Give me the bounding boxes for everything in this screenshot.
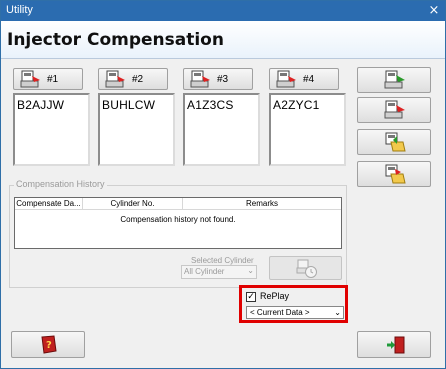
- replay-history-button: [269, 256, 342, 280]
- injector-3-button[interactable]: #3: [183, 68, 253, 90]
- injector-1-code[interactable]: B2AJJW: [13, 93, 90, 166]
- read-all-button[interactable]: [357, 97, 431, 123]
- exit-door-icon: [386, 335, 406, 358]
- injector-write-icon: [276, 70, 298, 92]
- column-remarks[interactable]: Remarks: [183, 198, 341, 210]
- injector-3-code[interactable]: A1Z3CS: [183, 93, 260, 166]
- svg-text:?: ?: [46, 340, 52, 351]
- write-all-icon: [383, 70, 407, 94]
- injector-4-code[interactable]: A2ZYC1: [269, 93, 346, 166]
- injector-3-label: #3: [217, 74, 229, 85]
- replay-clock-icon: [296, 259, 318, 282]
- close-icon[interactable]: ×: [425, 2, 443, 19]
- save-file-button[interactable]: [357, 161, 431, 187]
- open-file-button[interactable]: [357, 129, 431, 155]
- replay-label[interactable]: RePlay: [260, 291, 289, 301]
- injector-1-button[interactable]: #1: [13, 68, 83, 90]
- page-title: Injector Compensation: [7, 30, 224, 50]
- injector-4-button[interactable]: #4: [269, 68, 339, 90]
- utility-window: Utility × Injector Compensation #1 #2 #3…: [0, 0, 446, 369]
- selected-cylinder-label: Selected Cylinder: [191, 256, 254, 265]
- write-all-button[interactable]: [357, 67, 431, 93]
- page-header: Injector Compensation: [1, 21, 445, 59]
- chevron-down-icon: ⌄: [247, 266, 254, 275]
- selected-cylinder-value: All Cylinder: [184, 267, 225, 276]
- injector-write-icon: [105, 70, 127, 92]
- replay-checkbox[interactable]: ✓: [246, 292, 256, 302]
- history-empty-message: Compensation history not found.: [120, 215, 236, 224]
- title-bar: Utility ×: [1, 1, 445, 21]
- compensation-history-label: Compensation History: [14, 179, 107, 189]
- history-table[interactable]: Compensate Da... Cylinder No. Remarks Co…: [14, 197, 342, 249]
- replay-data-dropdown[interactable]: < Current Data > ⌄: [246, 306, 344, 319]
- read-all-icon: [383, 100, 407, 124]
- help-book-icon: ?: [40, 335, 58, 358]
- history-table-header: Compensate Da... Cylinder No. Remarks: [15, 198, 341, 210]
- injector-2-code[interactable]: BUHLCW: [98, 93, 175, 166]
- save-folder-icon: [383, 164, 407, 188]
- window-title: Utility: [6, 4, 33, 16]
- injector-write-icon: [190, 70, 212, 92]
- injector-2-label: #2: [132, 74, 144, 85]
- injector-4-label: #4: [303, 74, 315, 85]
- help-button[interactable]: ?: [11, 331, 85, 358]
- column-compensate-date[interactable]: Compensate Da...: [15, 198, 83, 210]
- open-folder-icon: [383, 132, 407, 156]
- exit-button[interactable]: [357, 331, 431, 358]
- chevron-down-icon: ⌄: [334, 308, 341, 317]
- injector-1-label: #1: [47, 74, 59, 85]
- injector-write-icon: [20, 70, 42, 92]
- replay-data-value: < Current Data >: [250, 308, 310, 317]
- injector-2-button[interactable]: #2: [98, 68, 168, 90]
- selected-cylinder-select: All Cylinder ⌄: [181, 265, 257, 279]
- column-cylinder-no[interactable]: Cylinder No.: [83, 198, 183, 210]
